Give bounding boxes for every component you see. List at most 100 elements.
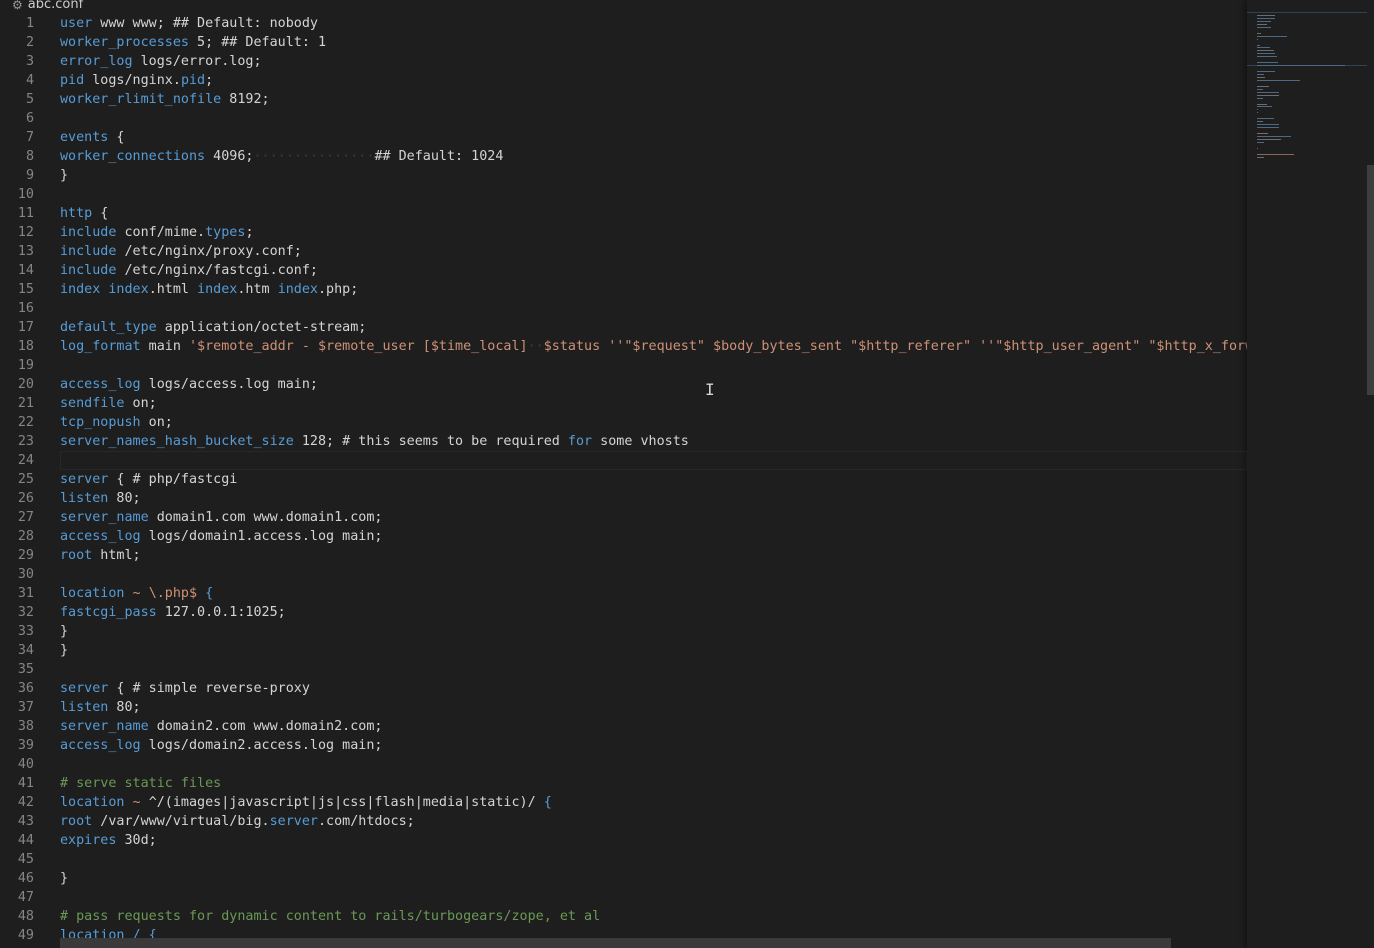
line-number: 39 — [17, 738, 34, 753]
minimap-line — [1257, 38, 1258, 40]
tab-abc-conf[interactable]: ⚙ abc.conf — [0, 0, 89, 12]
line-number: 21 — [17, 396, 34, 411]
code-line[interactable]: 47 — [0, 888, 1247, 907]
code-line[interactable]: 7 events { — [0, 128, 1247, 147]
code-line[interactable]: 28 access_log logs/domain1.access.log mai… — [0, 527, 1247, 546]
vertical-scrollbar-thumb[interactable] — [1367, 165, 1374, 395]
line-number: 46 — [17, 871, 34, 886]
code-line[interactable]: 27 server_name domain1.com www.domain1.co… — [0, 508, 1247, 527]
code-line[interactable]: 19 — [0, 356, 1247, 375]
code-line[interactable]: 3 error_log logs/error.log; — [0, 52, 1247, 71]
code-line[interactable]: 35 — [0, 660, 1247, 679]
code-token: .php; — [318, 282, 359, 297]
code-line[interactable]: 21 sendfile on; — [0, 394, 1247, 413]
line-number: 15 — [17, 282, 34, 297]
code-line[interactable]: 12 include conf/mime.types; — [0, 223, 1247, 242]
code-line[interactable]: 24 — [0, 451, 1247, 470]
minimap-line — [1257, 138, 1282, 140]
code-text: server_names_hash_bucket_size 128; # thi… — [60, 432, 689, 451]
code-line[interactable]: 36 server { # simple reverse-proxy — [0, 679, 1247, 698]
code-token: server — [60, 681, 109, 696]
code-text: server_name domain1.com www.domain1.com; — [60, 508, 382, 527]
code-line[interactable]: 8 worker_connections 4096;···············… — [0, 147, 1247, 166]
code-line[interactable]: 14 include /etc/nginx/fastcgi.conf; — [0, 261, 1247, 280]
code-line[interactable]: 48 # pass requests for dynamic content to… — [0, 907, 1247, 926]
code-line[interactable]: 33} — [0, 622, 1247, 641]
line-number: 7 — [25, 130, 34, 145]
code-line[interactable]: 29 root html; — [0, 546, 1247, 565]
code-text: server { # php/fastcgi — [60, 470, 237, 489]
minimap-line — [1257, 118, 1275, 120]
code-line[interactable]: 20 access_log logs/access.log main; — [0, 375, 1247, 394]
code-line[interactable]: 22 tcp_nopush on; — [0, 413, 1247, 432]
code-line[interactable]: 15 index index.html index.htm index.php; — [0, 280, 1247, 299]
code-line[interactable]: 4 pid logs/nginx.pid; — [0, 71, 1247, 90]
line-number: 22 — [17, 415, 34, 430]
code-line[interactable]: 40 — [0, 755, 1247, 774]
code-token: logs/domain1.access.log main; — [140, 529, 383, 544]
line-number: 11 — [17, 206, 34, 221]
minimap[interactable] — [1247, 0, 1367, 948]
code-token: .com/htdocs; — [318, 814, 415, 829]
code-line[interactable]: 42 location ~ ^/(images|javascript|js|css… — [0, 793, 1247, 812]
code-token: } — [60, 168, 69, 183]
minimap-line — [1257, 91, 1279, 93]
code-token: # serve static files — [60, 776, 222, 791]
code-line[interactable]: 18 log_format main '$remote_addr - $remot… — [0, 337, 1247, 356]
minimap-line — [1257, 23, 1268, 25]
code-line[interactable]: 23 server_names_hash_bucket_size 128; # t… — [0, 432, 1247, 451]
code-editor[interactable]: 1 user www www; ## Default: nobody 2 worker… — [0, 14, 1247, 948]
minimap-line — [1257, 97, 1263, 99]
code-token: '$remote_addr - $remote_user [$time_loca… — [189, 339, 528, 354]
code-line[interactable]: 32 fastcgi_pass 127.0.0.1:1025; — [0, 603, 1247, 622]
horizontal-scrollbar[interactable] — [60, 938, 1171, 948]
code-line[interactable]: 6 — [0, 109, 1247, 128]
line-number: 31 — [17, 586, 34, 601]
code-line[interactable]: 25 server { # php/fastcgi — [0, 470, 1247, 489]
line-number: 38 — [17, 719, 34, 734]
code-line[interactable]: 37 listen 80; — [0, 698, 1247, 717]
minimap-line — [1257, 53, 1275, 55]
code-token: access_log — [60, 738, 141, 753]
code-line[interactable]: 30 — [0, 565, 1247, 584]
code-line[interactable]: 11 http { — [0, 204, 1247, 223]
code-token: access_log — [60, 377, 141, 392]
minimap-line — [1257, 71, 1275, 73]
code-line[interactable]: 10 — [0, 185, 1247, 204]
code-token: index — [277, 282, 318, 297]
code-line[interactable]: 38 server_name domain2.com www.domain2.co… — [0, 717, 1247, 736]
code-token: } — [60, 643, 69, 658]
code-token: 8192; — [221, 92, 270, 107]
tab-bar: ⚙ abc.conf — [0, 0, 1374, 12]
code-text: access_log logs/domain2.access.log main; — [60, 736, 382, 755]
code-line[interactable]: 34} — [0, 641, 1247, 660]
code-token: for — [567, 434, 593, 449]
vertical-scrollbar-track[interactable] — [1367, 0, 1374, 948]
minimap-line — [1257, 127, 1279, 129]
code-token: } — [60, 624, 69, 639]
code-line[interactable]: 39 access_log logs/domain2.access.log mai… — [0, 736, 1247, 755]
code-token: access_log — [60, 529, 141, 544]
code-line[interactable]: 16 — [0, 299, 1247, 318]
code-line[interactable]: 9} — [0, 166, 1247, 185]
code-line[interactable]: 5 worker_rlimit_nofile 8192; — [0, 90, 1247, 109]
code-line[interactable]: 26 listen 80; — [0, 489, 1247, 508]
code-token: tcp_nopush — [60, 415, 141, 430]
code-text: # pass requests for dynamic content to r… — [60, 907, 600, 926]
code-text: fastcgi_pass 127.0.0.1:1025; — [60, 603, 286, 622]
code-token: ~ — [124, 586, 149, 601]
code-line[interactable]: 31 location ~ \.php$ { — [0, 584, 1247, 603]
code-line[interactable]: 2 worker_processes 5; ## Default: 1 — [0, 33, 1247, 52]
code-line[interactable]: 13 include /etc/nginx/proxy.conf; — [0, 242, 1247, 261]
code-line[interactable]: 1 user www www; ## Default: nobody — [0, 14, 1247, 33]
code-line[interactable]: 45 — [0, 850, 1247, 869]
code-line[interactable]: 43 root /var/www/virtual/big.server.com/h… — [0, 812, 1247, 831]
code-token: ·· — [527, 339, 544, 354]
code-line[interactable]: 46} — [0, 869, 1247, 888]
code-line[interactable]: 17 default_type application/octet-stream; — [0, 318, 1247, 337]
code-token: { — [92, 206, 109, 221]
code-line[interactable]: 41 # serve static files — [0, 774, 1247, 793]
current-line-highlight — [60, 451, 1247, 470]
code-line[interactable]: 44 expires 30d; — [0, 831, 1247, 850]
minimap-line — [1257, 20, 1271, 22]
